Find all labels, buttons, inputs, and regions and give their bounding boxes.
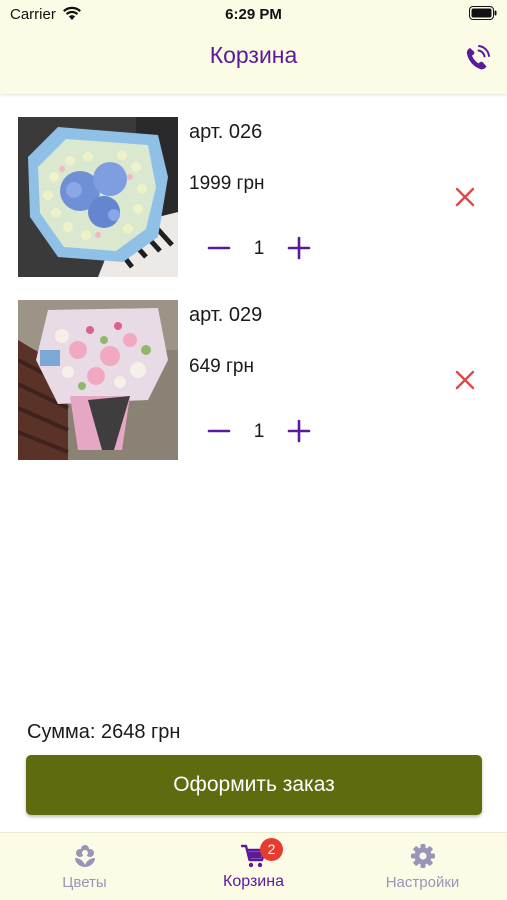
bouquet-photo: [18, 117, 178, 277]
battery-icon: [469, 6, 497, 20]
tab-label: Корзина: [223, 873, 284, 890]
quantity-value: 1: [253, 238, 265, 259]
clock: 6:29 PM: [225, 6, 282, 23]
top-bar: Carrier 6:29 PM Корзина: [0, 0, 507, 94]
decrease-quantity-icon[interactable]: [206, 235, 232, 261]
tab-cart[interactable]: 2 Корзина: [169, 833, 338, 900]
cart-item: арт. 026 1999 грн 1: [18, 117, 488, 277]
phone-icon[interactable]: [464, 44, 490, 72]
item-price: 1999 грн: [189, 173, 265, 194]
tab-settings[interactable]: Настройки: [338, 833, 507, 900]
remove-item-icon[interactable]: [454, 369, 476, 391]
tab-label: Цветы: [62, 874, 107, 891]
cart-count-badge: 2: [260, 838, 283, 861]
page-title: Корзина: [209, 42, 298, 68]
tab-bar: Цветы 2 Корзина Настройки: [0, 832, 507, 900]
place-order-button[interactable]: Оформить заказ: [26, 755, 482, 815]
increase-quantity-icon[interactable]: [286, 235, 312, 261]
decrease-quantity-icon[interactable]: [206, 418, 232, 444]
item-sku: арт. 029: [189, 304, 263, 326]
tab-flowers[interactable]: Цветы: [0, 833, 169, 900]
item-sku: арт. 026: [189, 121, 263, 143]
item-price: 649 грн: [189, 356, 254, 377]
remove-item-icon[interactable]: [454, 186, 476, 208]
increase-quantity-icon[interactable]: [286, 418, 312, 444]
gear-icon: [410, 844, 435, 868]
tab-label: Настройки: [385, 874, 460, 891]
quantity-value: 1: [253, 421, 265, 442]
order-total: Сумма: 2648 грн: [27, 721, 181, 743]
bouquet-photo: [18, 300, 178, 460]
cart-item: арт. 029 649 грн 1: [18, 300, 488, 460]
status-bar: Carrier 6:29 PM: [0, 0, 507, 28]
flower-icon: [74, 845, 95, 867]
